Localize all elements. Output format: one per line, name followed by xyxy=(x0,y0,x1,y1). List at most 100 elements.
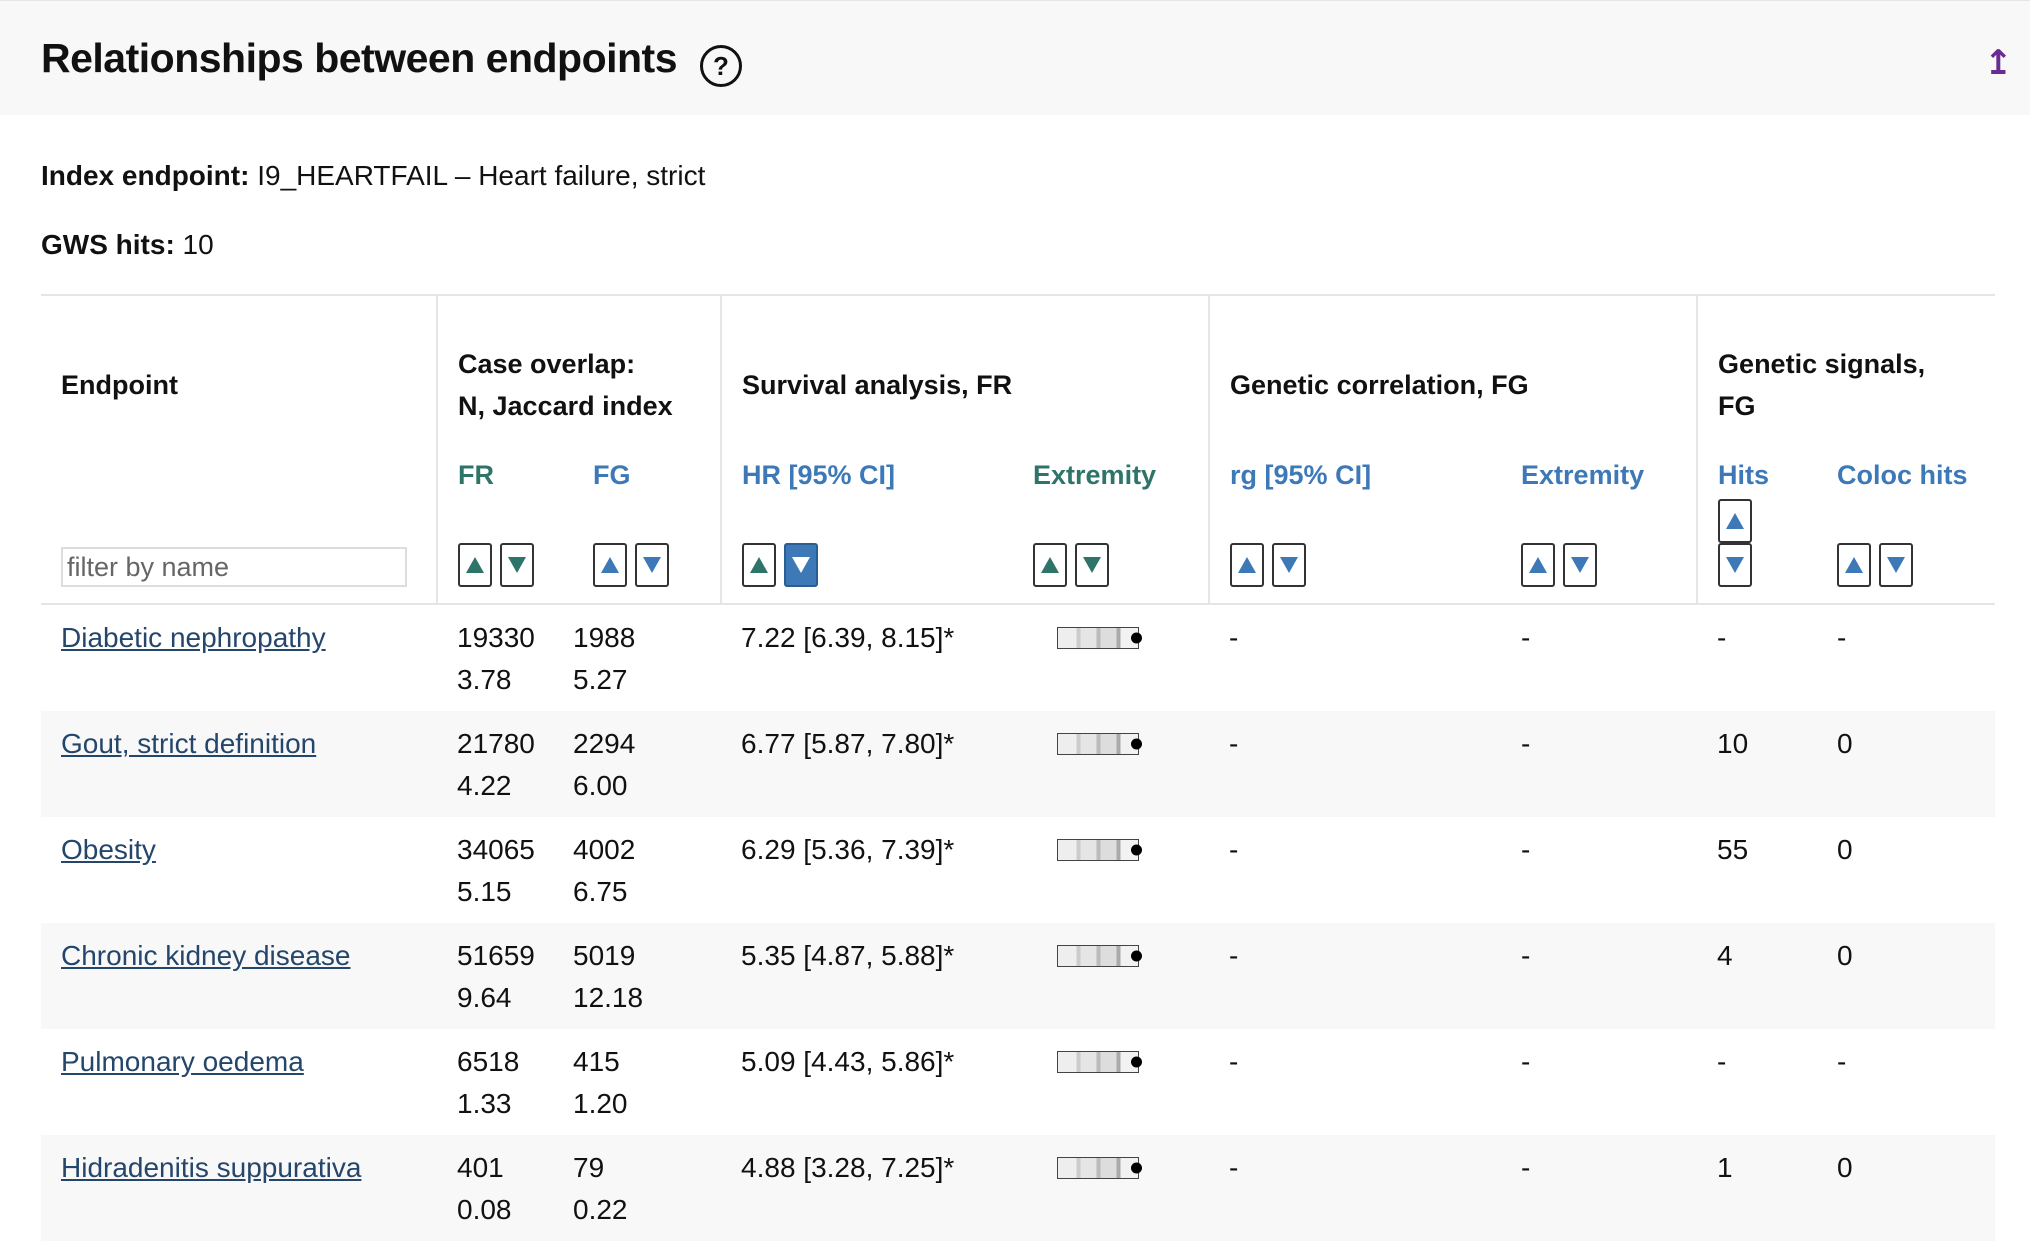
overlap-fr-jaccard: 1.33 xyxy=(457,1088,512,1119)
header-genetic-correlation: Genetic correlation, FG xyxy=(1208,295,1698,460)
coloc-hits-value: 0 xyxy=(1837,728,1853,759)
endpoint-link[interactable]: Hidradenitis suppurativa xyxy=(61,1152,361,1183)
sort-rg-desc-button[interactable] xyxy=(1272,543,1307,587)
sort-overlap-fg-asc-button[interactable] xyxy=(593,543,627,587)
genetic-correlation-value: - xyxy=(1229,1046,1239,1077)
overlap-fg-jaccard: 0.22 xyxy=(573,1194,628,1225)
sort-coloc-hits-asc-button[interactable] xyxy=(1837,543,1872,587)
index-endpoint-line: Index endpoint: I9_HEARTFAIL – Heart fai… xyxy=(41,160,705,192)
header-survival-analysis: Survival analysis, FR xyxy=(720,295,1210,460)
overlap-fr-jaccard: 0.08 xyxy=(457,1194,512,1225)
endpoint-link[interactable]: Obesity xyxy=(61,834,156,865)
overlap-fr-n: 6518 xyxy=(457,1046,520,1077)
index-endpoint-label: Index endpoint: xyxy=(41,160,250,191)
overlap-fg-n: 2294 xyxy=(573,728,636,759)
sort-survival-extremity-desc-button[interactable] xyxy=(1075,543,1110,587)
header-case-overlap: Case overlap: N, Jaccard index xyxy=(435,295,722,460)
sort-rg-asc-button[interactable] xyxy=(1230,543,1265,587)
arrow-up-bar-icon[interactable]: ↥ xyxy=(1984,43,2013,83)
gws-hits-label: GWS hits: xyxy=(41,229,175,260)
filter-by-name-input[interactable] xyxy=(61,547,407,587)
sort-coloc-hits-desc-button[interactable] xyxy=(1879,543,1914,587)
subheader-hits: Hits xyxy=(1696,460,1818,495)
genetic-correlation-value: - xyxy=(1229,622,1239,653)
section-header: Relationships between endpoints ? ↥ xyxy=(0,0,2030,115)
overlap-fr-jaccard: 9.64 xyxy=(457,982,512,1013)
sort-correlation-extremity-asc-button[interactable] xyxy=(1521,543,1556,587)
overlap-fg-n: 1988 xyxy=(573,622,636,653)
coloc-hits-value: 0 xyxy=(1837,834,1853,865)
endpoint-link[interactable]: Gout, strict definition xyxy=(61,728,316,759)
overlap-fg-jaccard: 6.75 xyxy=(573,876,628,907)
overlap-fg-n: 4002 xyxy=(573,834,636,865)
overlap-fg-jaccard: 12.18 xyxy=(573,982,644,1013)
hazard-ratio: 5.09 [4.43, 5.86]* xyxy=(741,1046,955,1077)
hits-value: 4 xyxy=(1717,940,1733,971)
genetic-correlation-value: - xyxy=(1229,940,1239,971)
sort-overlap-fr-asc-button[interactable] xyxy=(458,543,492,587)
overlap-fg-n: 5019 xyxy=(573,940,636,971)
extremity-indicator xyxy=(1057,945,1143,967)
overlap-fr-jaccard: 5.15 xyxy=(457,876,512,907)
table-row: Gout, strict definition 21780 4.22 2294 6.… xyxy=(41,711,1996,817)
table-row: Diabetic nephropathy 19330 3.78 1988 5.27 … xyxy=(41,604,1995,711)
sort-hr-asc-button[interactable] xyxy=(742,543,777,587)
hazard-ratio: 6.29 [5.36, 7.39]* xyxy=(741,834,955,865)
endpoint-link[interactable]: Diabetic nephropathy xyxy=(61,622,326,653)
hits-value: - xyxy=(1717,622,1727,653)
sort-overlap-fr-desc-button[interactable] xyxy=(500,543,534,587)
relationships-table: Endpoint Case overlap: N, Jaccard index S… xyxy=(41,294,1996,1241)
extremity-indicator xyxy=(1057,1157,1143,1179)
subheader-survival-extremity: Extremity xyxy=(1033,460,1157,490)
overlap-fr-jaccard: 4.22 xyxy=(457,770,512,801)
hazard-ratio: 7.22 [6.39, 8.15]* xyxy=(741,622,955,653)
overlap-fr-n: 34065 xyxy=(457,834,535,865)
hits-value: 55 xyxy=(1717,834,1749,865)
table-row: Pulmonary oedema 6518 1.33 415 1.20 5.09 [… xyxy=(41,1029,1995,1135)
hazard-ratio: 4.88 [3.28, 7.25]* xyxy=(741,1152,955,1183)
genetic-correlation-extremity: - xyxy=(1521,834,1531,865)
hits-value: - xyxy=(1717,1046,1727,1077)
header-endpoint: Endpoint xyxy=(61,370,178,400)
gws-hits-line: GWS hits: 10 xyxy=(41,229,214,261)
sort-hits-desc-button[interactable] xyxy=(1718,543,1753,587)
coloc-hits-value: 0 xyxy=(1837,940,1853,971)
extremity-indicator xyxy=(1057,839,1143,861)
sort-correlation-extremity-desc-button[interactable] xyxy=(1563,543,1598,587)
sort-hits-asc-button[interactable] xyxy=(1718,499,1753,543)
genetic-correlation-value: - xyxy=(1229,834,1239,865)
subheader-hr: HR [95% CI] xyxy=(720,460,1014,495)
hazard-ratio: 6.77 [5.87, 7.80]* xyxy=(741,728,955,759)
overlap-fg-jaccard: 6.00 xyxy=(573,770,628,801)
gws-hits-value: 10 xyxy=(182,229,214,260)
overlap-fg-n: 79 xyxy=(573,1152,605,1183)
genetic-correlation-value: - xyxy=(1229,728,1239,759)
index-endpoint-value: I9_HEARTFAIL – Heart failure, strict xyxy=(257,160,706,191)
genetic-correlation-extremity: - xyxy=(1521,940,1531,971)
question-circle-icon[interactable]: ? xyxy=(700,45,742,87)
subheader-rg: rg [95% CI] xyxy=(1208,460,1502,495)
table-row: Chronic kidney disease 51659 9.64 5019 12.… xyxy=(41,923,1996,1029)
coloc-hits-value: 0 xyxy=(1837,1152,1853,1183)
sort-survival-extremity-asc-button[interactable] xyxy=(1033,543,1068,587)
overlap-fr-n: 401 xyxy=(457,1152,504,1183)
coloc-hits-value: - xyxy=(1837,622,1847,653)
subheader-coloc-hits: Coloc hits xyxy=(1837,460,1968,490)
genetic-correlation-extremity: - xyxy=(1521,1152,1531,1183)
overlap-fr-n: 19330 xyxy=(457,622,535,653)
endpoint-link[interactable]: Pulmonary oedema xyxy=(61,1046,304,1077)
genetic-correlation-extremity: - xyxy=(1521,728,1531,759)
subheader-overlap-fg: FG xyxy=(593,460,631,490)
overlap-fr-jaccard: 3.78 xyxy=(457,664,512,695)
hits-value: 1 xyxy=(1717,1152,1733,1183)
endpoint-link[interactable]: Chronic kidney disease xyxy=(61,940,351,971)
hazard-ratio: 5.35 [4.87, 5.88]* xyxy=(741,940,955,971)
subheader-correlation-extremity: Extremity xyxy=(1521,460,1645,490)
sort-hr-desc-button[interactable] xyxy=(784,543,819,587)
extremity-indicator xyxy=(1057,627,1143,649)
overlap-fg-n: 415 xyxy=(573,1046,620,1077)
sort-overlap-fg-desc-button[interactable] xyxy=(635,543,669,587)
overlap-fr-n: 21780 xyxy=(457,728,535,759)
coloc-hits-value: - xyxy=(1837,1046,1847,1077)
overlap-fr-n: 51659 xyxy=(457,940,535,971)
